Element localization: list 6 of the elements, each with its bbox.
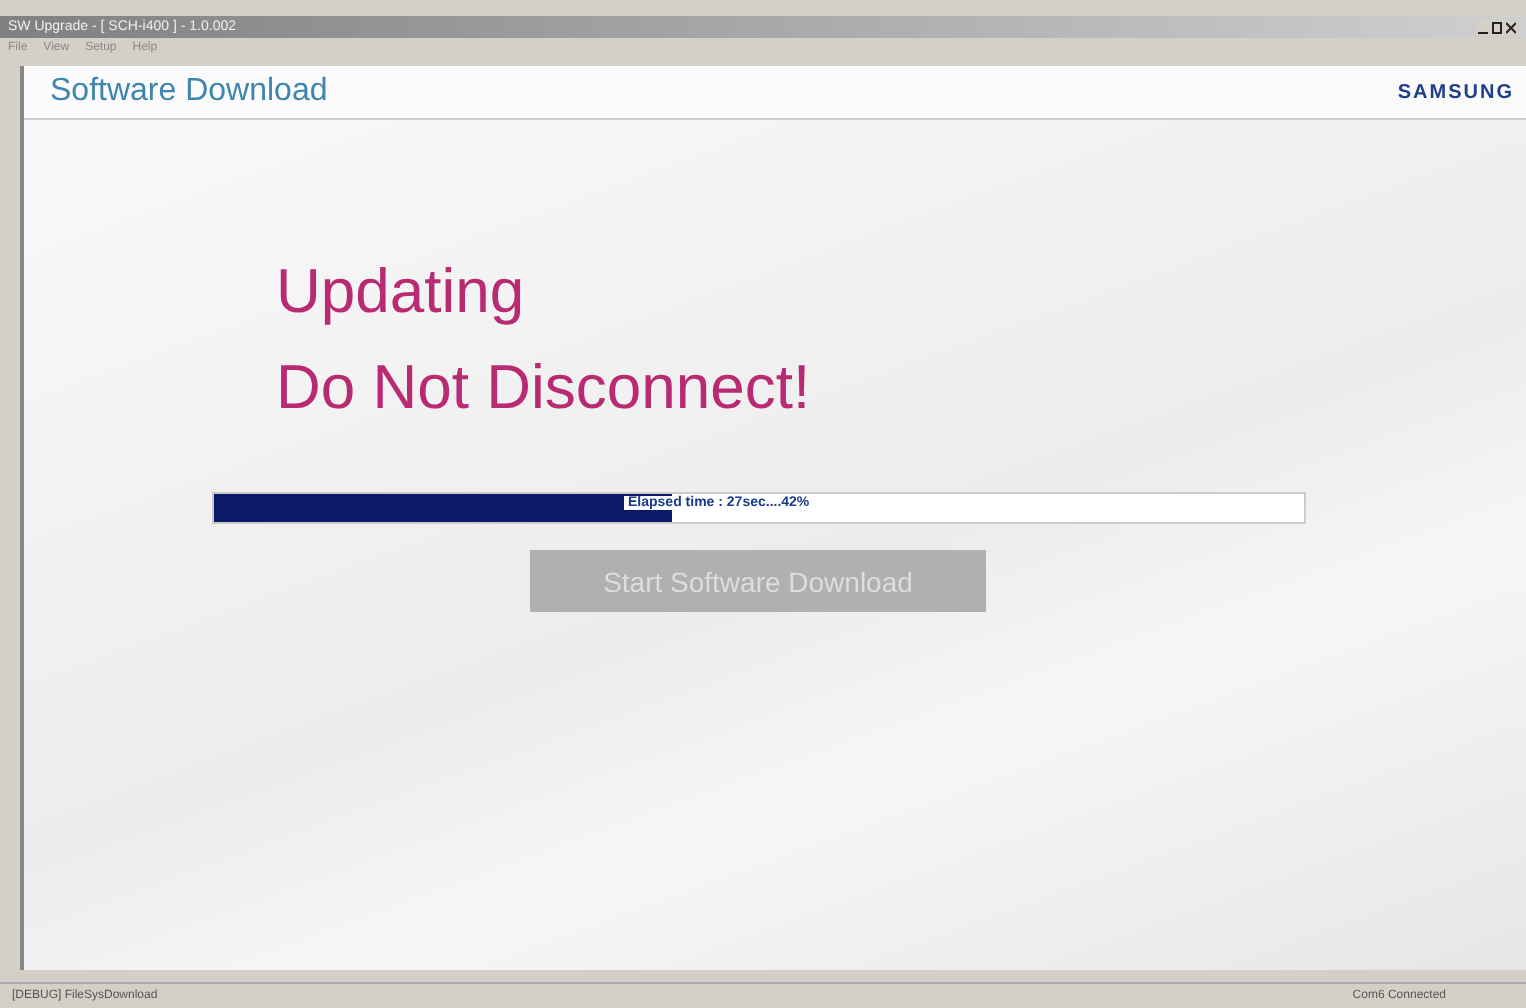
maximize-icon[interactable] [1492, 21, 1502, 33]
brand-logo: SAMSUNG [1397, 81, 1514, 103]
warning-message: Updating [276, 254, 527, 330]
close-icon[interactable] [1506, 21, 1516, 33]
warning-message: Do Not Disconnect! [276, 350, 813, 426]
page-title: Software Download [50, 74, 328, 110]
